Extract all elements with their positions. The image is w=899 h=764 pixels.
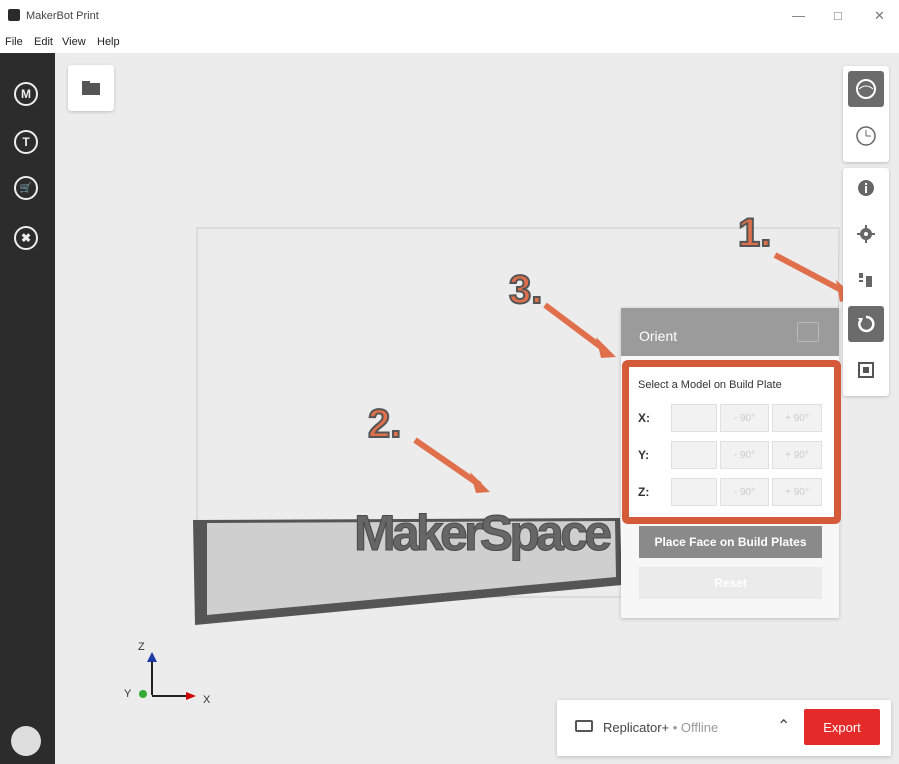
y-axis-label: Y:	[638, 448, 650, 462]
printer-name: Replicator+	[603, 720, 670, 735]
tool-preview[interactable]	[848, 118, 884, 154]
view-toolbar	[843, 66, 889, 162]
info-icon	[858, 180, 874, 196]
printer-offline-status: • Offline	[672, 720, 719, 735]
rotate-icon	[858, 315, 875, 333]
x-axis-label: X:	[638, 411, 650, 425]
printer-status[interactable]: Replicator+ • Offline	[603, 720, 718, 735]
tool-scale[interactable]	[848, 352, 884, 388]
preview-clock-icon	[856, 126, 876, 146]
orient-title: Orient	[639, 328, 678, 344]
z-rotation-input[interactable]	[671, 478, 717, 506]
axis-y-label: Y	[124, 688, 132, 700]
sphere-icon	[856, 79, 876, 99]
y-rotation-input[interactable]	[671, 441, 717, 469]
z-axis-label: Z:	[638, 485, 650, 499]
lock-icon[interactable]	[797, 322, 819, 342]
z-minus-90-button[interactable]: - 90°	[720, 478, 769, 506]
gear-icon	[857, 225, 875, 243]
x-plus-90-button[interactable]: + 90°	[772, 404, 822, 432]
axis-z-label: Z	[138, 641, 145, 653]
scale-icon	[858, 362, 874, 378]
annotation-3: 3.	[508, 267, 543, 313]
model-text[interactable]: MakerSpace	[354, 505, 613, 562]
place-face-button[interactable]: Place Face on Build Plates	[639, 526, 822, 558]
printer-icon	[575, 720, 593, 732]
annotation-2: 2.	[367, 401, 402, 447]
tool-view-sphere[interactable]	[848, 71, 884, 107]
export-button[interactable]: Export	[804, 709, 880, 745]
annotation-1: 1.	[737, 210, 772, 256]
printer-bar: Replicator+ • Offline ⌃ Export	[557, 700, 891, 756]
tool-settings[interactable]	[848, 216, 884, 252]
arrange-icon	[859, 273, 872, 287]
edit-toolbar	[843, 168, 889, 396]
chevron-up-icon[interactable]: ⌃	[777, 716, 790, 736]
tool-info[interactable]	[848, 170, 884, 206]
reset-button[interactable]: Reset	[639, 567, 822, 599]
y-minus-90-button[interactable]: - 90°	[720, 441, 769, 469]
select-model-text: Select a Model on Build Plate	[638, 379, 782, 391]
axis-x-label: X	[203, 694, 211, 706]
y-plus-90-button[interactable]: + 90°	[772, 441, 822, 469]
tool-orient[interactable]	[848, 306, 884, 342]
x-minus-90-button[interactable]: - 90°	[720, 404, 769, 432]
z-plus-90-button[interactable]: + 90°	[772, 478, 822, 506]
tool-arrange[interactable]	[848, 262, 884, 298]
x-rotation-input[interactable]	[671, 404, 717, 432]
orient-panel-header: Orient	[621, 308, 839, 356]
